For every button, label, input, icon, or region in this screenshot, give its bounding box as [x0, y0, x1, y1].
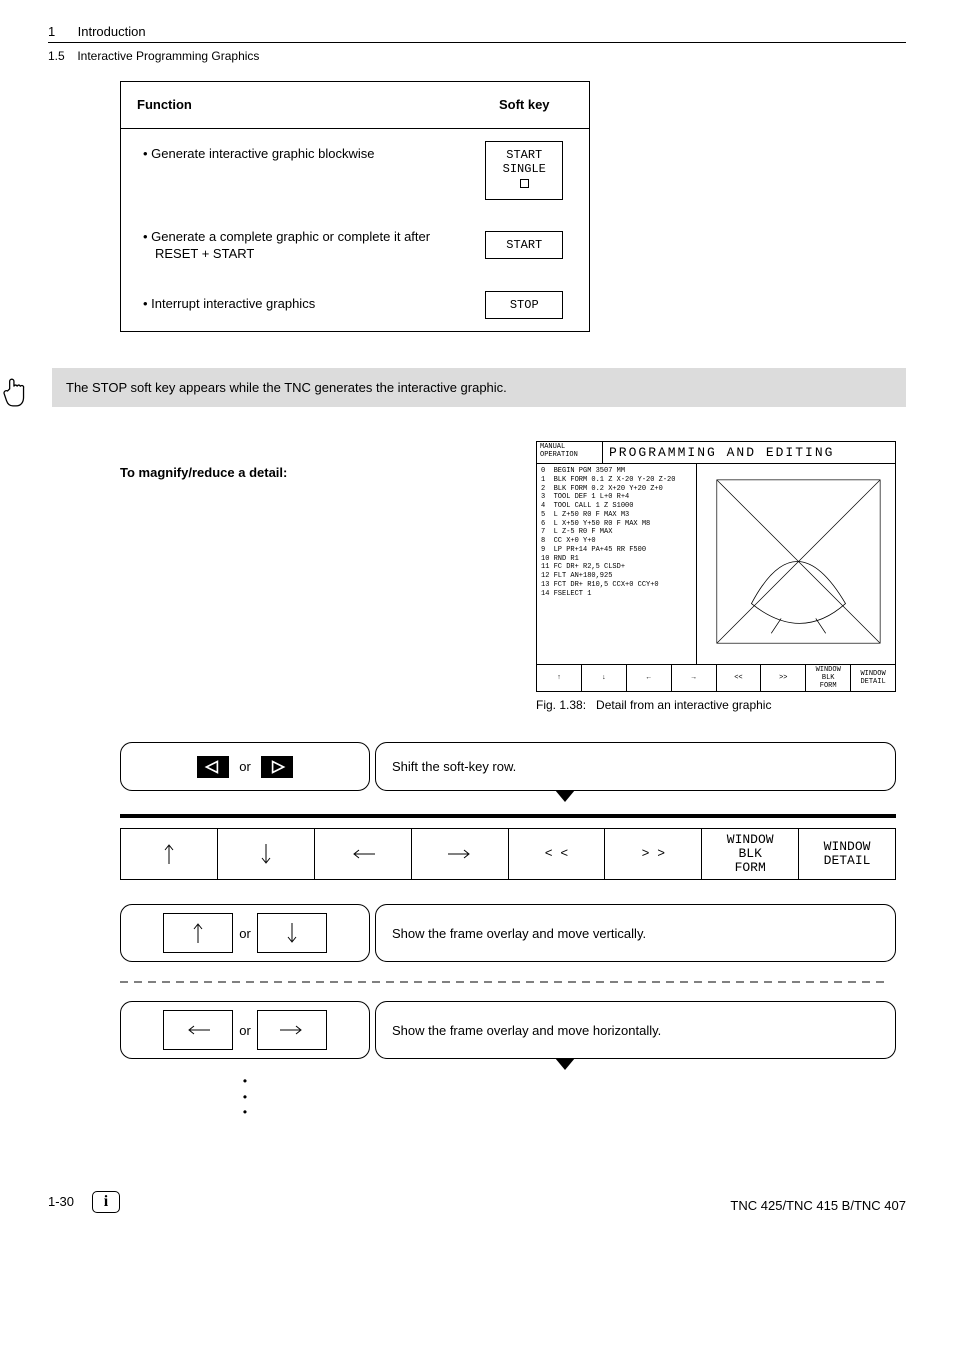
chapter-title: Introduction: [78, 24, 146, 39]
fn-row-text: Generate interactive graphic blockwise: [151, 146, 374, 161]
shift-left-key[interactable]: [197, 756, 229, 778]
table-head-function: Function: [121, 82, 459, 128]
sk-zoom-out[interactable]: < <: [508, 829, 605, 879]
fn-row-text: Generate a complete graphic or complete …: [151, 229, 430, 262]
graphic-preview: [697, 464, 895, 664]
shift-right-key[interactable]: [261, 756, 293, 778]
section-number: 1.5: [48, 49, 74, 63]
sk-zoom-in[interactable]: >>: [760, 665, 805, 691]
sk-zoom-in[interactable]: > >: [604, 829, 701, 879]
sk-down[interactable]: ↓: [581, 665, 626, 691]
sk-window-blk-form[interactable]: WINDOW BLK FORM: [701, 829, 798, 879]
note-callout: The STOP soft key appears while the TNC …: [0, 368, 906, 411]
softkey-start[interactable]: START: [485, 231, 563, 259]
stop-square-icon: [520, 179, 529, 188]
tnc-screenshot: MANUAL OPERATION PROGRAMMING AND EDITING…: [536, 441, 896, 692]
program-listing: 0 BEGIN PGM 3507 MM 1 BLK FORM 0.1 Z X-2…: [537, 464, 697, 664]
page-number: 1-30: [48, 1194, 74, 1209]
footer-models: TNC 425/TNC 415 B/TNC 407: [730, 1198, 906, 1213]
sk-zoom-out[interactable]: <<: [716, 665, 761, 691]
step-shift-row-text: Shift the soft-key row.: [375, 742, 896, 791]
flow-arrow-down-icon: [555, 790, 575, 802]
figure-number: Fig. 1.38:: [536, 698, 586, 712]
sk-right[interactable]: →: [671, 665, 716, 691]
sk-window-blk-form[interactable]: WINDOW BLK FORM: [805, 665, 850, 691]
table-head-softkey: Soft key: [459, 82, 589, 128]
sk-down-mini[interactable]: [257, 913, 327, 953]
figure-caption: Detail from an interactive graphic: [596, 698, 771, 712]
chapter-number: 1: [48, 24, 74, 39]
step-vertical-text: Show the frame overlay and move vertical…: [375, 904, 896, 962]
step-shift-row-keys: or: [120, 742, 370, 791]
softkey-bar: < < > > WINDOW BLK FORM WINDOW DETAIL: [120, 828, 896, 880]
sk-window-detail[interactable]: WINDOW DETAIL: [850, 665, 895, 691]
sk-down[interactable]: [217, 829, 314, 879]
sk-up[interactable]: [121, 829, 217, 879]
page-footer: 1-30 i TNC 425/TNC 415 B/TNC 407: [48, 1181, 906, 1213]
note-text: The STOP soft key appears while the TNC …: [66, 380, 507, 395]
ellipsis-icon: •••: [230, 1074, 260, 1121]
sk-up[interactable]: ↑: [537, 665, 581, 691]
step-horizontal-text: Show the frame overlay and move horizont…: [375, 1001, 896, 1059]
flow-arrow-down-icon: [555, 1058, 575, 1070]
sk-right[interactable]: [411, 829, 508, 879]
hand-pointer-icon: [0, 368, 30, 411]
section-title: Interactive Programming Graphics: [77, 49, 259, 63]
step-vertical-keys: or: [120, 904, 370, 962]
sk-left-mini[interactable]: [163, 1010, 233, 1050]
subheading-magnify: To magnify/reduce a detail:: [120, 465, 510, 480]
screen-softkey-row: ↑ ↓ ← → << >> WINDOW BLK FORM WINDOW DET…: [537, 664, 895, 691]
screen-title: PROGRAMMING AND EDITING: [603, 442, 895, 463]
info-icon: i: [92, 1191, 120, 1213]
softkey-stop[interactable]: STOP: [485, 291, 563, 319]
sk-up-mini[interactable]: [163, 913, 233, 953]
sk-left[interactable]: ←: [626, 665, 671, 691]
softkey-start-single[interactable]: START SINGLE: [485, 141, 563, 200]
page-header: 1 Introduction 1.5 Interactive Programmi…: [48, 24, 906, 63]
function-table: Function Soft key • Generate interactive…: [120, 81, 590, 332]
sk-left[interactable]: [314, 829, 411, 879]
sk-window-detail[interactable]: WINDOW DETAIL: [798, 829, 895, 879]
step-horizontal-keys: or: [120, 1001, 370, 1059]
fn-row-text: Interrupt interactive graphics: [151, 296, 315, 311]
sk-right-mini[interactable]: [257, 1010, 327, 1050]
